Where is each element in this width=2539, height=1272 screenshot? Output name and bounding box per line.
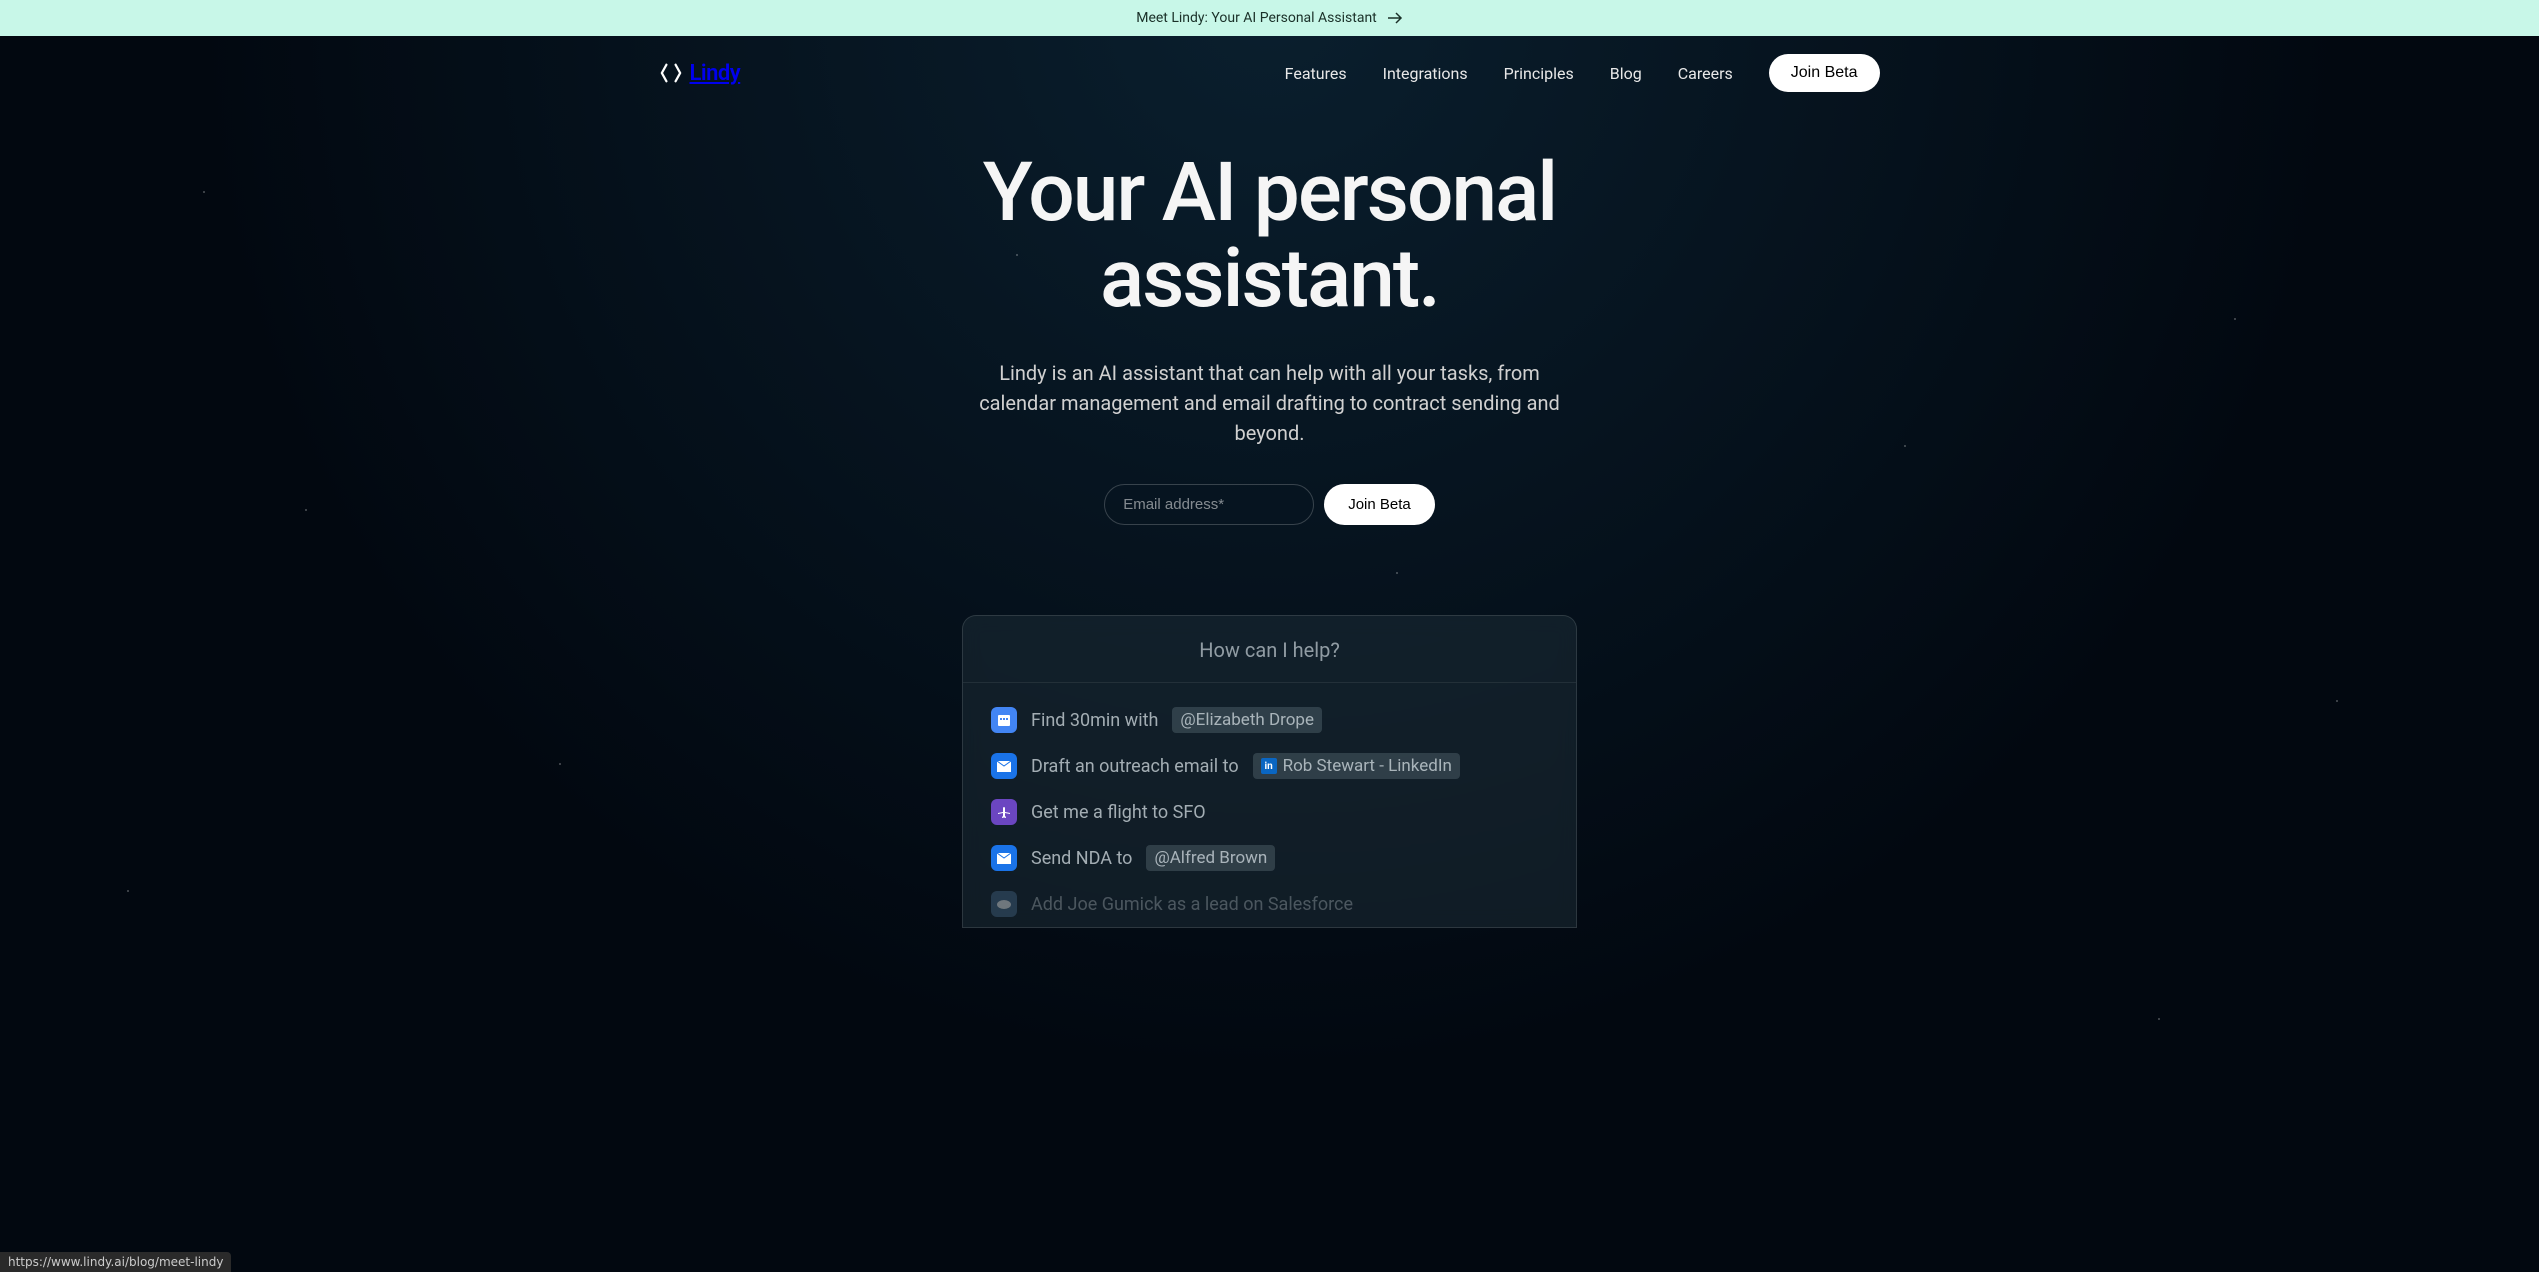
signup-form: Join Beta (20, 484, 2519, 525)
linkedin-tag: in Rob Stewart - LinkedIn (1253, 753, 1460, 779)
linkedin-icon: in (1261, 758, 1277, 774)
hero-title: Your AI personal assistant. (20, 150, 2519, 322)
widget-item-text: Send NDA to (1031, 848, 1132, 869)
widget-items: Find 30min with @Elizabeth Drope Draft a… (983, 683, 1556, 927)
announcement-link[interactable]: Meet Lindy: Your AI Personal Assistant (1136, 10, 1403, 26)
widget-item-text: Get me a flight to SFO (1031, 802, 1206, 823)
hero-section: Your AI personal assistant. Lindy is an … (0, 110, 2539, 928)
widget-item-text: Add Joe Gumick as a lead on Salesforce (1031, 894, 1353, 915)
logo-link[interactable]: Lindy (660, 61, 741, 86)
nav-join-beta-button[interactable]: Join Beta (1769, 54, 1880, 92)
status-bar-url: https://www.lindy.ai/blog/meet-lindy (0, 1252, 231, 1272)
nav-links: Features Integrations Principles Blog Ca… (1285, 64, 1733, 83)
nav-link-features[interactable]: Features (1285, 64, 1347, 83)
nav-link-integrations[interactable]: Integrations (1383, 64, 1468, 83)
mention-tag: @Elizabeth Drope (1172, 707, 1322, 733)
widget-item-email[interactable]: Draft an outreach email to in Rob Stewar… (983, 743, 1556, 789)
widget-item-nda[interactable]: Send NDA to @Alfred Brown (983, 835, 1556, 881)
main-nav: Lindy Features Integrations Principles B… (630, 36, 1910, 110)
widget-item-salesforce[interactable]: Add Joe Gumick as a lead on Salesforce (983, 881, 1556, 927)
widget-item-calendar[interactable]: Find 30min with @Elizabeth Drope (983, 697, 1556, 743)
announcement-bar: Meet Lindy: Your AI Personal Assistant (0, 0, 2539, 36)
announcement-text: Meet Lindy: Your AI Personal Assistant (1136, 10, 1377, 26)
help-widget: How can I help? Find 30min with @Elizabe… (962, 615, 1577, 928)
nav-link-careers[interactable]: Careers (1678, 64, 1733, 83)
calendar-icon (991, 707, 1017, 733)
mail-icon (991, 753, 1017, 779)
logo-text: Lindy (690, 61, 741, 86)
hero-title-line1: Your AI personal (983, 145, 1556, 241)
widget-item-text: Find 30min with (1031, 710, 1158, 731)
nav-right: Features Integrations Principles Blog Ca… (1285, 54, 1880, 92)
logo-icon (660, 62, 682, 84)
hero-subtitle: Lindy is an AI assistant that can help w… (970, 358, 1570, 448)
mention-tag: @Alfred Brown (1146, 845, 1275, 871)
linkedin-tag-text: Rob Stewart - LinkedIn (1283, 756, 1452, 776)
widget-item-flight[interactable]: Get me a flight to SFO (983, 789, 1556, 835)
widget-prompt: How can I help? (983, 638, 1556, 682)
mail-icon (991, 845, 1017, 871)
email-input[interactable] (1104, 484, 1314, 525)
nav-link-principles[interactable]: Principles (1504, 64, 1574, 83)
arrow-right-icon (1387, 12, 1403, 24)
hero-join-beta-button[interactable]: Join Beta (1324, 484, 1435, 525)
salesforce-icon (991, 891, 1017, 917)
widget-item-text: Draft an outreach email to (1031, 756, 1239, 777)
hero-title-line2: assistant. (1100, 231, 1439, 327)
flight-icon (991, 799, 1017, 825)
nav-link-blog[interactable]: Blog (1610, 64, 1642, 83)
